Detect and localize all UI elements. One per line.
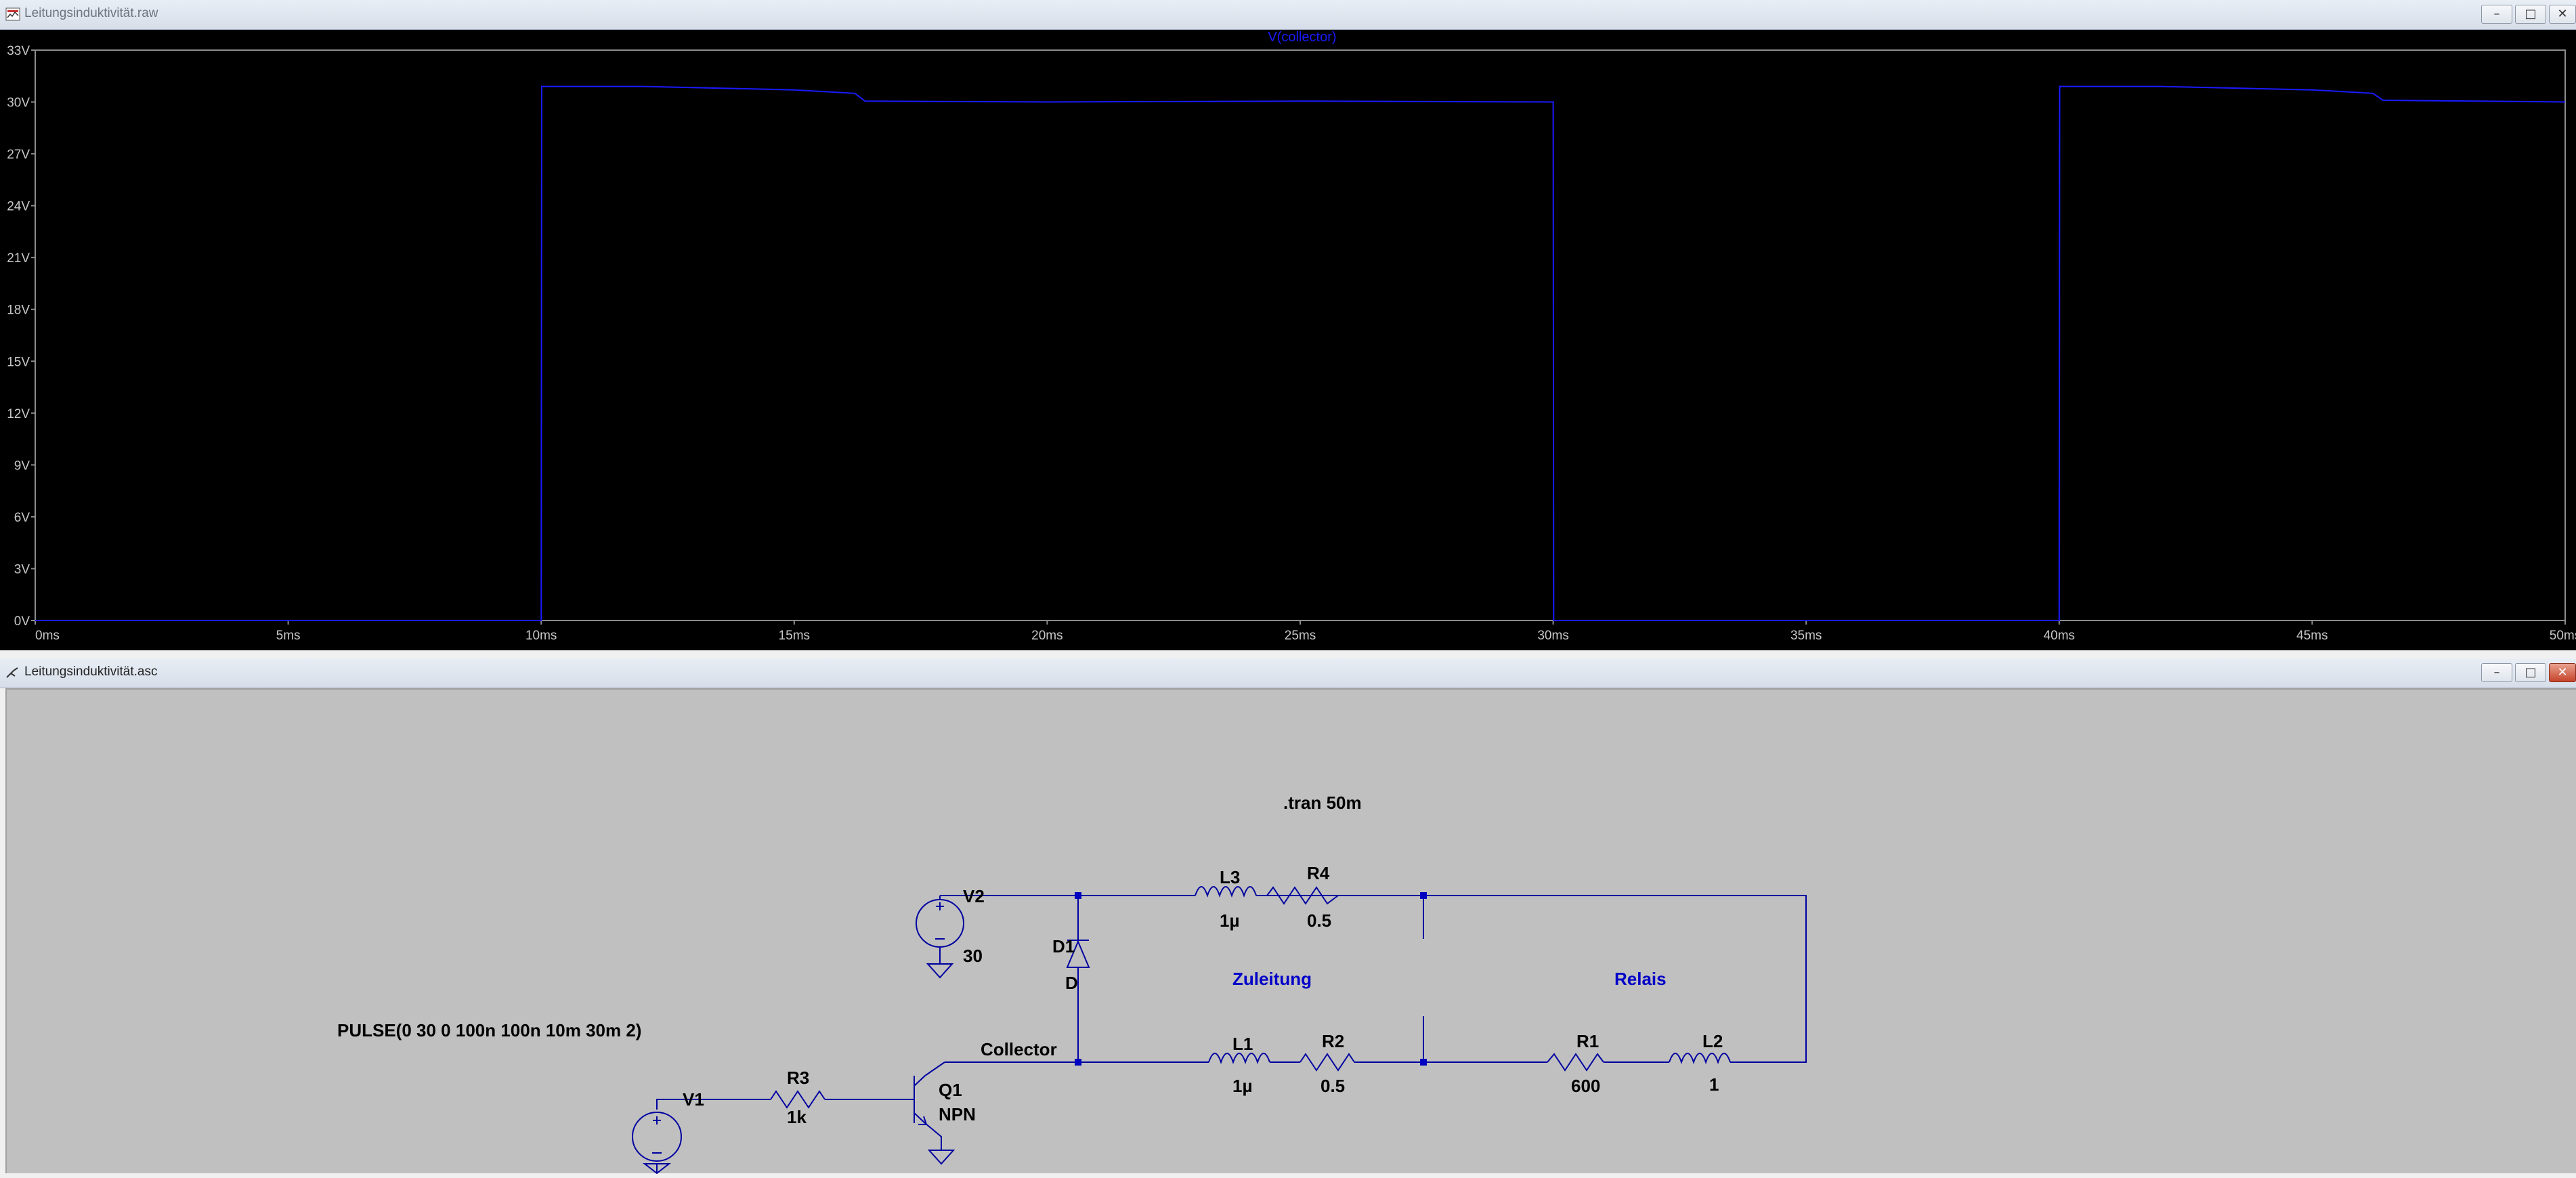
y-tick-label: 12V [7, 407, 30, 421]
minimize-button[interactable]: – [2481, 663, 2512, 682]
trace-title[interactable]: V(collector) [1268, 30, 1336, 45]
x-tick-label: 0ms [35, 629, 60, 643]
y-tick-label: 30V [7, 96, 30, 110]
close-button[interactable]: ✕ [2549, 663, 2576, 682]
y-tick-label: 3V [14, 562, 30, 576]
y-tick-label: 6V [14, 511, 30, 525]
plot-frame [35, 49, 2566, 621]
x-tick-label: 5ms [276, 629, 301, 643]
waveform-app-icon [5, 7, 20, 21]
inductor-l1-icon[interactable] [1208, 1053, 1280, 1065]
l3-value[interactable]: 1µ [1220, 910, 1239, 931]
voltage-source-v2-icon[interactable] [916, 899, 964, 979]
waveform-window: Leitungsinduktivität.raw – □ ✕ V(collect… [0, 0, 2576, 650]
x-tick-label: 50ms [2550, 629, 2576, 643]
l3-ref[interactable]: L3 [1220, 867, 1240, 887]
junction-dot [1075, 892, 1081, 899]
series-line-vcollector[interactable] [35, 85, 2566, 621]
r1-value[interactable]: 600 [1571, 1076, 1600, 1096]
r4-ref[interactable]: R4 [1307, 863, 1330, 883]
x-tick-label: 35ms [1790, 629, 1822, 643]
waveform-plot-area[interactable]: V(collector) 0V 3V 6V 9V 12V 15V 18V 21V 24V 27V 3… [0, 30, 2576, 650]
v2-value[interactable]: 30 [963, 946, 983, 966]
wire[interactable] [924, 1061, 945, 1076]
wire[interactable] [1078, 895, 1807, 1063]
schematic-titlebar[interactable]: Leitungsinduktivität.asc – □ ✕ [0, 658, 2576, 688]
zuleitung-comment[interactable]: Zuleitung [1232, 969, 1312, 989]
y-tick-label: 33V [7, 44, 30, 58]
y-tick-label: 27V [7, 148, 30, 162]
q1-ref[interactable]: Q1 [939, 1080, 962, 1100]
x-tick-label: 10ms [525, 629, 557, 643]
resistor-r1-icon[interactable] [1547, 1053, 1604, 1072]
x-tick-label: 30ms [1537, 629, 1568, 643]
voltage-source-v1-icon[interactable] [632, 1112, 682, 1175]
y-tick-label: 0V [14, 614, 30, 629]
junction-dot [1420, 892, 1427, 899]
x-tick-label: 45ms [2296, 629, 2327, 643]
pulse-source-value[interactable]: PULSE(0 30 0 100n 100n 10m 30m 2) [337, 1020, 641, 1040]
y-tick-label: 18V [7, 303, 30, 318]
resistor-r2-icon[interactable] [1300, 1053, 1355, 1072]
waveform-window-title: Leitungsinduktivität.raw [24, 6, 158, 20]
d1-value[interactable]: D [1065, 973, 1078, 993]
q1-value[interactable]: NPN [939, 1104, 976, 1124]
r2-ref[interactable]: R2 [1322, 1031, 1344, 1051]
inductor-l2-icon[interactable] [1669, 1053, 1731, 1065]
waveform-chart[interactable]: V(collector) 0V 3V 6V 9V 12V 15V 18V 21V 24V 27V 3… [0, 30, 2576, 650]
minimize-button[interactable]: – [2481, 5, 2512, 24]
l1-ref[interactable]: L1 [1232, 1034, 1253, 1054]
x-tick-label: 15ms [779, 629, 810, 643]
tran-directive[interactable]: .tran 50m [1283, 793, 1362, 813]
schematic-drawing[interactable]: .tran 50m PULSE(0 30 0 100n 100n 10m 30m… [7, 690, 2576, 1175]
x-tick-label: 40ms [2044, 629, 2075, 643]
relais-comment[interactable]: Relais [1614, 969, 1667, 989]
schematic-app-icon [6, 667, 18, 678]
junction-dot [1075, 1059, 1081, 1066]
v1-ref[interactable]: V1 [683, 1089, 704, 1110]
y-tick-label: 9V [14, 459, 30, 473]
d1-ref[interactable]: D1 [1052, 936, 1075, 956]
maximize-button[interactable]: □ [2515, 5, 2546, 24]
l2-value[interactable]: 1 [1709, 1074, 1719, 1095]
schematic-canvas[interactable]: .tran 50m PULSE(0 30 0 100n 100n 10m 30m… [5, 688, 2576, 1175]
waveform-titlebar[interactable]: Leitungsinduktivität.raw – □ ✕ [0, 0, 2576, 30]
inductor-l3-icon[interactable] [1195, 886, 1267, 898]
y-tick-label: 15V [7, 355, 30, 369]
l2-ref[interactable]: L2 [1702, 1031, 1723, 1051]
r4-value[interactable]: 0.5 [1307, 910, 1331, 931]
r3-ref[interactable]: R3 [787, 1068, 809, 1088]
r1-ref[interactable]: R1 [1576, 1031, 1599, 1051]
y-tick-label: 24V [7, 200, 30, 214]
resistor-r3-icon[interactable] [770, 1090, 825, 1109]
maximize-button[interactable]: □ [2515, 663, 2546, 682]
junction-dot [1420, 1059, 1427, 1066]
y-tick-label: 21V [7, 251, 30, 266]
x-tick-label: 25ms [1285, 629, 1316, 643]
l1-value[interactable]: 1µ [1232, 1076, 1252, 1096]
r3-value[interactable]: 1k [787, 1107, 807, 1127]
x-tick-label: 20ms [1031, 629, 1062, 643]
schematic-window: Leitungsinduktivität.asc – □ ✕ .tran 50m… [0, 658, 2576, 1175]
collector-net-label[interactable]: Collector [981, 1039, 1057, 1059]
wire[interactable] [924, 1122, 942, 1150]
close-button[interactable]: ✕ [2549, 5, 2576, 24]
schematic-window-title: Leitungsinduktivität.asc [24, 665, 158, 679]
v2-ref[interactable]: V2 [963, 886, 985, 906]
r2-value[interactable]: 0.5 [1321, 1076, 1345, 1096]
